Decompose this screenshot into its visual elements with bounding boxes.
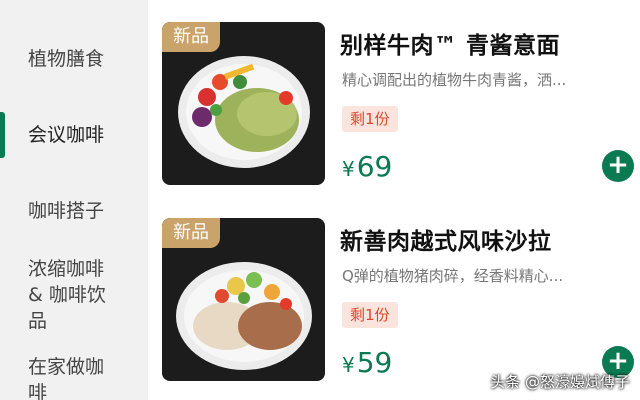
sidebar-item-plant-meals[interactable]: 植物膳食 xyxy=(0,46,148,72)
product-price: ¥59 xyxy=(342,346,392,379)
currency-symbol: ¥ xyxy=(342,157,355,181)
sidebar-item-espresso-drinks[interactable]: 浓缩咖啡& 咖啡饮品 xyxy=(0,256,118,334)
stock-badge: 剩1份 xyxy=(342,302,398,328)
product-list: 新品 别样牛肉™ 青酱意面 精心调配出的植物牛肉青酱，洒... 剩1份 ¥69 … xyxy=(148,0,640,400)
category-sidebar: 植物膳食 会议咖啡 咖啡搭子 浓缩咖啡& 咖啡饮品 在家做咖啡 xyxy=(0,0,148,400)
sidebar-item-meeting-coffee[interactable]: 会议咖啡 xyxy=(0,122,148,148)
currency-symbol: ¥ xyxy=(342,353,355,377)
stock-badge: 剩1份 xyxy=(342,106,398,132)
product-name: 别样牛肉™ 青酱意面 xyxy=(340,33,561,59)
price-value: 69 xyxy=(356,150,393,183)
product-price: ¥69 xyxy=(342,150,392,183)
sidebar-item-home-coffee[interactable]: 在家做咖啡 xyxy=(0,354,118,400)
add-to-cart-button[interactable]: + xyxy=(602,150,634,182)
product-card[interactable]: 新品 别样牛肉™ 青酱意面 精心调配出的植物牛肉青酱，洒... 剩1份 ¥69 … xyxy=(162,22,634,202)
product-description: 精心调配出的植物牛肉青酱，洒... xyxy=(342,71,567,89)
new-badge: 新品 xyxy=(162,218,220,248)
new-badge: 新品 xyxy=(162,22,220,52)
sidebar-item-coffee-partner[interactable]: 咖啡搭子 xyxy=(0,198,148,224)
price-value: 59 xyxy=(356,346,393,379)
product-name: 新善肉越式风味沙拉 xyxy=(340,229,552,255)
pasta-dish-image: 新品 xyxy=(162,22,325,185)
salad-dish-image: 新品 xyxy=(162,218,325,381)
plus-icon: + xyxy=(607,150,629,180)
product-description: Q弹的植物猪肉碎，经香料精心... xyxy=(342,267,564,285)
watermark: 头条 @怒濠嬝烒傳子 xyxy=(490,373,630,391)
